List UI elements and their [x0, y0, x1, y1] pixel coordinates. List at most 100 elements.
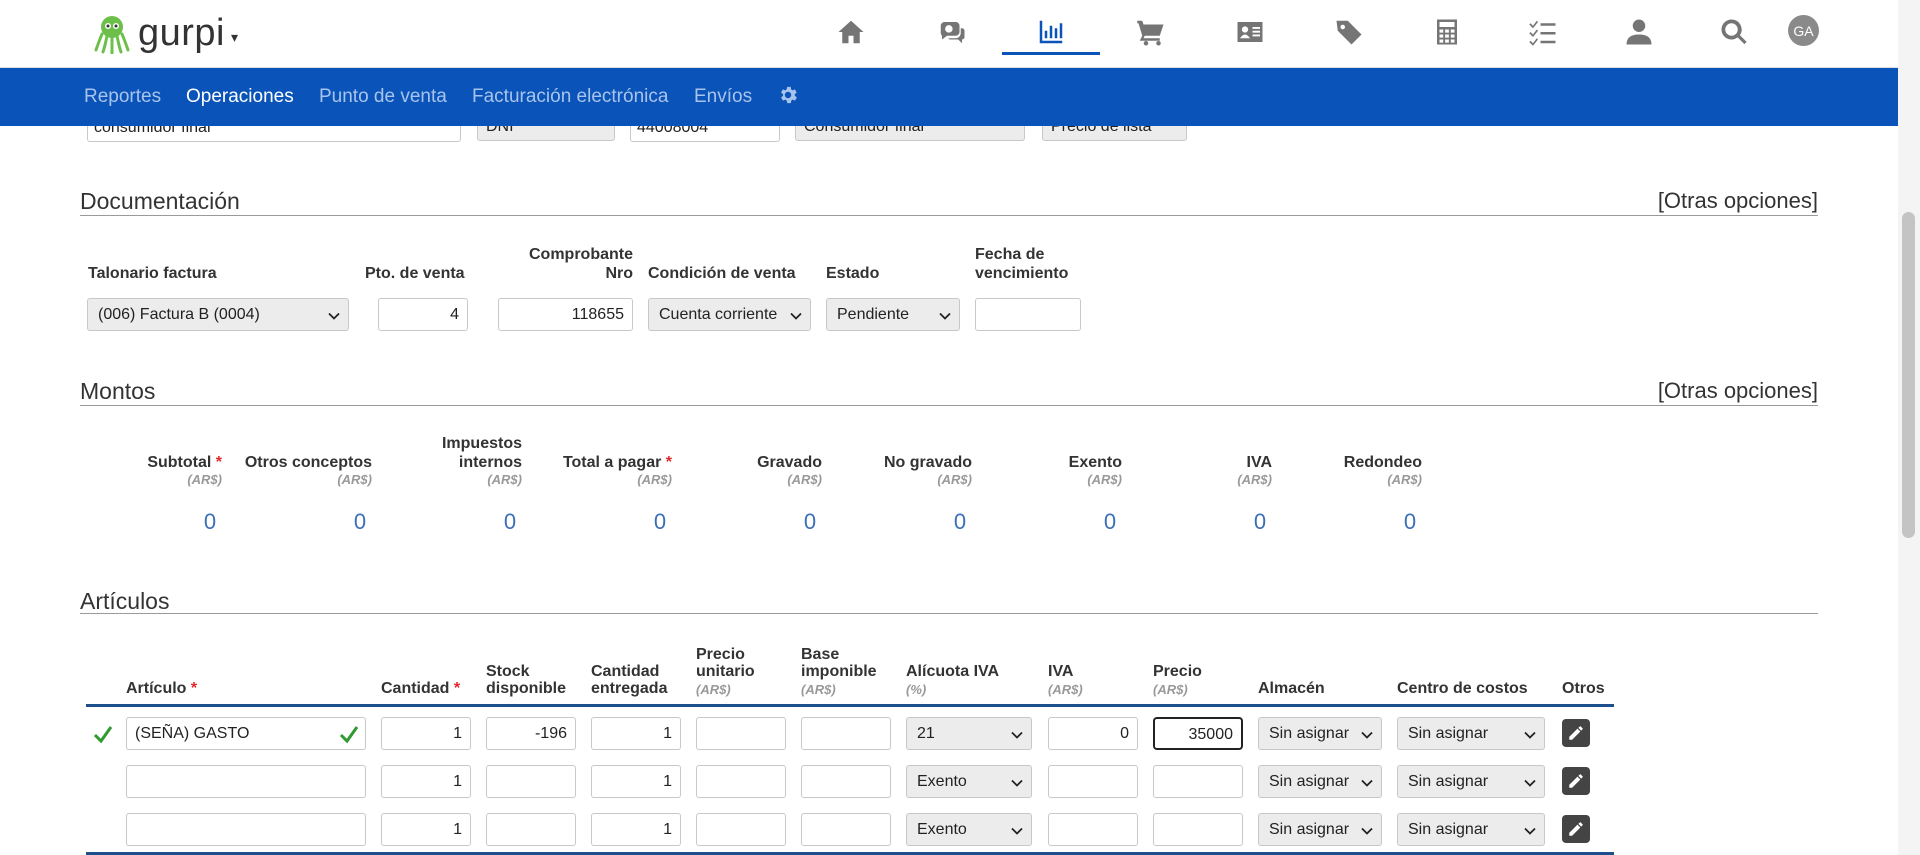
articulo-field[interactable] [126, 813, 366, 846]
cart-icon[interactable] [1131, 12, 1171, 52]
centro-costos-select[interactable]: Sin asignar [1397, 717, 1545, 750]
monto-value[interactable]: 0 [780, 509, 840, 535]
monto-value[interactable]: 0 [1080, 509, 1140, 535]
condicion-select[interactable]: Cuenta corriente [648, 298, 811, 331]
precio-field[interactable] [1153, 765, 1243, 798]
menu-item-punto-de-venta[interactable]: Punto de venta [319, 86, 447, 108]
centro-costos-select[interactable]: Sin asignar [1397, 765, 1545, 798]
articulo-field[interactable]: (SEÑA) GASTO [126, 717, 366, 750]
talonario-select[interactable]: (006) Factura B (0004) [87, 298, 349, 331]
header-text: Precio [1153, 663, 1202, 680]
pencil-icon [1569, 726, 1583, 740]
monto-label-line2: IVA [1122, 453, 1272, 472]
menu-item-facturacion-electronica[interactable]: Facturación electrónica [472, 86, 668, 108]
precio-field[interactable]: 35000 [1153, 717, 1243, 750]
entregada-field[interactable]: 1 [591, 813, 681, 846]
documentacion-other-options[interactable]: [Otras opciones] [1658, 188, 1818, 214]
chevron-down-icon [790, 312, 802, 320]
monto-label-line2: Subtotal * [72, 453, 222, 472]
stock-field[interactable] [486, 765, 576, 798]
montos-other-options[interactable]: [Otras opciones] [1658, 378, 1818, 404]
checklist-icon[interactable] [1523, 12, 1563, 52]
monto-label-1: Otros conceptos [222, 434, 372, 472]
bar-chart-icon[interactable] [1031, 12, 1071, 52]
entregada-field[interactable]: 1 [591, 765, 681, 798]
monto-label-line1 [72, 434, 222, 453]
centro-costos-select[interactable]: Sin asignar [1397, 813, 1545, 846]
monto-unit: (AR$) [1237, 472, 1272, 487]
monto-label-line2: Otros conceptos [222, 453, 372, 472]
stock-field[interactable]: -196 [486, 717, 576, 750]
chevron-down-icon [1011, 779, 1023, 787]
entregada-field[interactable]: 1 [591, 717, 681, 750]
fecha-vencimiento-field[interactable] [975, 298, 1081, 331]
precio-unitario-field[interactable] [696, 717, 786, 750]
monto-value[interactable]: 0 [180, 509, 240, 535]
monto-label-6: Exento [972, 434, 1122, 472]
iva-field[interactable]: 0 [1048, 717, 1138, 750]
search-icon[interactable] [1714, 12, 1754, 52]
edit-row-button[interactable] [1562, 719, 1590, 747]
header-text: disponible [486, 680, 566, 697]
iva-field[interactable] [1048, 765, 1138, 798]
almacen-select[interactable]: Sin asignar [1258, 813, 1382, 846]
articulos-header-stock_2: disponible [486, 679, 566, 698]
articulos-header-alicuota: Alícuota IVA [906, 662, 999, 681]
chat-money-icon[interactable] [932, 12, 972, 52]
iva-field[interactable] [1048, 813, 1138, 846]
base-imponible-field[interactable] [801, 813, 891, 846]
alicuota-select[interactable]: 21 [906, 717, 1032, 750]
cantidad-field[interactable]: 1 [381, 717, 471, 750]
pencil-icon [1569, 774, 1583, 788]
precio-unitario-field[interactable] [696, 765, 786, 798]
monto-value[interactable]: 0 [630, 509, 690, 535]
page-scrollbar-thumb[interactable] [1902, 212, 1915, 538]
top-nav: GA [0, 0, 1898, 68]
documentacion-title: Documentación [80, 188, 240, 214]
monto-value[interactable]: 0 [930, 509, 990, 535]
menu-item-operaciones[interactable]: Operaciones [186, 86, 294, 108]
pto-venta-field[interactable]: 4 [378, 298, 468, 331]
edit-row-button[interactable] [1562, 815, 1590, 843]
monto-label-4: Gravado [672, 434, 822, 472]
header-text: imponible [801, 663, 877, 680]
centro-costos-select-value: Sin asignar [1408, 725, 1489, 742]
monto-value[interactable]: 0 [330, 509, 390, 535]
comprobante-field[interactable]: 118655 [498, 298, 633, 331]
estado-select[interactable]: Pendiente [826, 298, 960, 331]
articulos-header-iva: IVA [1048, 662, 1073, 681]
edit-row-button[interactable] [1562, 767, 1590, 795]
almacen-select[interactable]: Sin asignar [1258, 717, 1382, 750]
gear-icon[interactable] [777, 84, 799, 106]
id-card-icon[interactable] [1230, 12, 1270, 52]
almacen-select[interactable]: Sin asignar [1258, 765, 1382, 798]
precio-unitario-field[interactable] [696, 813, 786, 846]
monto-label-3: Total a pagar * [522, 434, 672, 472]
chevron-down-icon [1361, 731, 1373, 739]
monto-value[interactable]: 0 [480, 509, 540, 535]
monto-label-text: No gravado [883, 454, 972, 471]
monto-value[interactable]: 0 [1230, 509, 1290, 535]
calculator-icon[interactable] [1427, 12, 1467, 52]
monto-label-text: Gravado [757, 454, 822, 471]
menu-item-envios[interactable]: Envíos [694, 86, 752, 108]
app-root: gurpi ▾ GA consumidor final DNI 44008004… [0, 0, 1920, 855]
alicuota-select[interactable]: Exento [906, 765, 1032, 798]
cantidad-field[interactable]: 1 [381, 813, 471, 846]
alicuota-select[interactable]: Exento [906, 813, 1032, 846]
user-icon[interactable] [1619, 12, 1659, 52]
articulos-header-unit: (AR$) [696, 682, 731, 697]
stock-field[interactable] [486, 813, 576, 846]
base-imponible-field[interactable] [801, 717, 891, 750]
montos-title: Montos [80, 378, 156, 404]
tag-icon[interactable] [1329, 12, 1369, 52]
menu-item-reportes[interactable]: Reportes [84, 86, 161, 108]
base-imponible-field[interactable] [801, 765, 891, 798]
monto-value[interactable]: 0 [1380, 509, 1440, 535]
chevron-down-icon [1361, 827, 1373, 835]
articulo-field[interactable] [126, 765, 366, 798]
user-avatar[interactable]: GA [1788, 15, 1819, 46]
cantidad-field[interactable]: 1 [381, 765, 471, 798]
home-icon[interactable] [831, 12, 871, 52]
precio-field[interactable] [1153, 813, 1243, 846]
